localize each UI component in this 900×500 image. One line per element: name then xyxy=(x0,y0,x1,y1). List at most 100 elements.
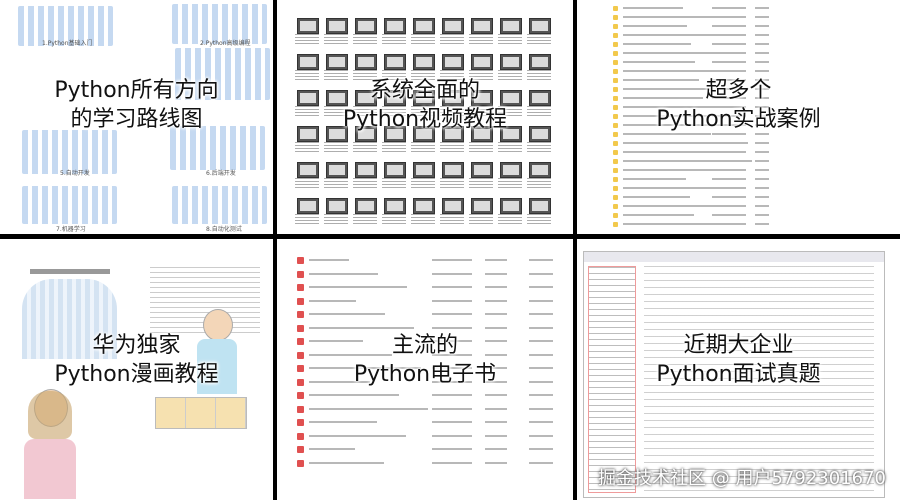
file-size-line xyxy=(529,434,553,437)
video-file-name xyxy=(324,34,348,44)
video-file-name xyxy=(498,214,522,224)
video-file-thumb xyxy=(384,18,406,34)
file-date-line xyxy=(712,142,746,144)
video-file-name xyxy=(382,142,406,152)
video-file-thumb xyxy=(471,18,493,34)
roadmap-label: 7.机器学习 xyxy=(56,226,86,233)
file-type-line xyxy=(485,286,507,288)
file-type-line xyxy=(755,223,769,225)
video-file-thumb xyxy=(384,198,406,214)
roadmap-label: 6.后端开发 xyxy=(206,170,236,177)
file-date-line xyxy=(432,394,472,396)
video-file-name xyxy=(295,142,319,152)
panel-practical-cases: 超多个 Python实战案例 xyxy=(577,0,900,234)
file-date-line xyxy=(432,407,472,410)
video-file-thumb xyxy=(500,198,522,214)
file-size-line xyxy=(529,259,553,261)
file-date-line xyxy=(712,52,746,54)
file-type-line xyxy=(485,259,507,261)
video-file-name xyxy=(469,34,493,44)
file-type-line xyxy=(755,142,769,144)
video-file-name xyxy=(324,214,348,224)
caption-line: Python视频教程 xyxy=(342,107,508,132)
video-file-name xyxy=(440,34,464,44)
video-file-name xyxy=(411,142,435,152)
video-file-thumb xyxy=(297,18,319,34)
file-type-line xyxy=(755,7,769,9)
file-name-line xyxy=(309,421,377,423)
panel-learning-roadmap: 1.Python基础入门 2.Python高级编程 5.自动开发 6.后端开发 … xyxy=(0,0,273,234)
file-date-line xyxy=(712,214,746,216)
folder-icon xyxy=(613,186,618,191)
caption-line: 主流的 xyxy=(391,333,458,358)
video-file-thumb xyxy=(326,54,348,70)
file-name-line xyxy=(309,448,355,450)
file-date-line xyxy=(712,34,746,36)
caption-line: Python所有方向 xyxy=(54,78,219,103)
roadmap-label: 8.自动化测试 xyxy=(206,226,242,233)
file-name-line xyxy=(623,151,715,153)
file-name-line xyxy=(309,272,378,275)
file-name-line xyxy=(623,7,683,9)
file-date-line xyxy=(432,313,472,315)
folder-icon xyxy=(613,6,618,11)
comic-title-bar xyxy=(30,269,110,274)
panel-ebooks: 主流的 Python电子书 xyxy=(277,239,573,500)
video-file-name xyxy=(498,178,522,188)
video-file-thumb xyxy=(471,162,493,178)
roadmap-label: 2.Python高级编程 xyxy=(200,40,251,47)
pdf-icon xyxy=(297,405,304,413)
folder-icon xyxy=(613,141,618,146)
file-name-line xyxy=(623,169,719,171)
file-date-line xyxy=(712,187,746,189)
panel-interview-questions: 近期大企业 Python面试真题 xyxy=(577,239,900,500)
file-date-line xyxy=(432,286,472,288)
file-date-line xyxy=(432,299,472,302)
file-name-line xyxy=(309,259,349,261)
folder-icon xyxy=(613,195,618,200)
video-file-thumb xyxy=(413,18,435,34)
image-grid: 1.Python基础入门 2.Python高级编程 5.自动开发 6.后端开发 … xyxy=(0,0,900,500)
file-size-line xyxy=(529,313,553,315)
video-file-thumb xyxy=(384,54,406,70)
video-file-thumb xyxy=(529,198,551,214)
video-file-name xyxy=(469,214,493,224)
editor-toolbar xyxy=(584,252,884,262)
pdf-icon xyxy=(297,392,304,399)
file-name-line xyxy=(623,16,720,18)
caption-line: Python实战案例 xyxy=(656,107,821,132)
pdf-icon xyxy=(297,459,304,467)
file-name-line xyxy=(623,196,690,198)
file-name-line xyxy=(309,286,407,288)
video-file-name xyxy=(382,34,406,44)
file-date-line xyxy=(712,223,746,225)
video-file-thumb xyxy=(326,18,348,34)
file-type-line xyxy=(485,326,507,329)
file-name-line xyxy=(309,407,428,410)
file-date-line xyxy=(712,16,746,18)
file-type-line xyxy=(755,25,769,27)
file-type-line xyxy=(485,461,507,464)
file-type-line xyxy=(755,196,769,198)
video-file-name xyxy=(353,34,377,44)
video-file-name xyxy=(411,178,435,188)
roadmap-label: 5.自动开发 xyxy=(60,170,90,177)
pdf-icon xyxy=(297,257,304,264)
video-file-name xyxy=(324,142,348,152)
video-file-thumb xyxy=(355,198,377,214)
file-type-line xyxy=(485,394,507,396)
mindmap-thumb xyxy=(22,186,117,224)
video-file-thumb xyxy=(297,198,319,214)
folder-icon xyxy=(613,24,618,29)
file-type-line xyxy=(755,61,769,63)
video-file-name xyxy=(353,142,377,152)
file-date-line xyxy=(712,196,746,198)
pdf-icon xyxy=(297,432,304,440)
mindmap-thumb xyxy=(172,186,267,224)
comic-character-left xyxy=(20,389,80,499)
video-file-thumb xyxy=(413,54,435,70)
file-size-line xyxy=(529,461,553,464)
file-name-line xyxy=(309,461,384,464)
video-file-name xyxy=(411,214,435,224)
caption-line: 近期大企业 xyxy=(683,333,794,358)
